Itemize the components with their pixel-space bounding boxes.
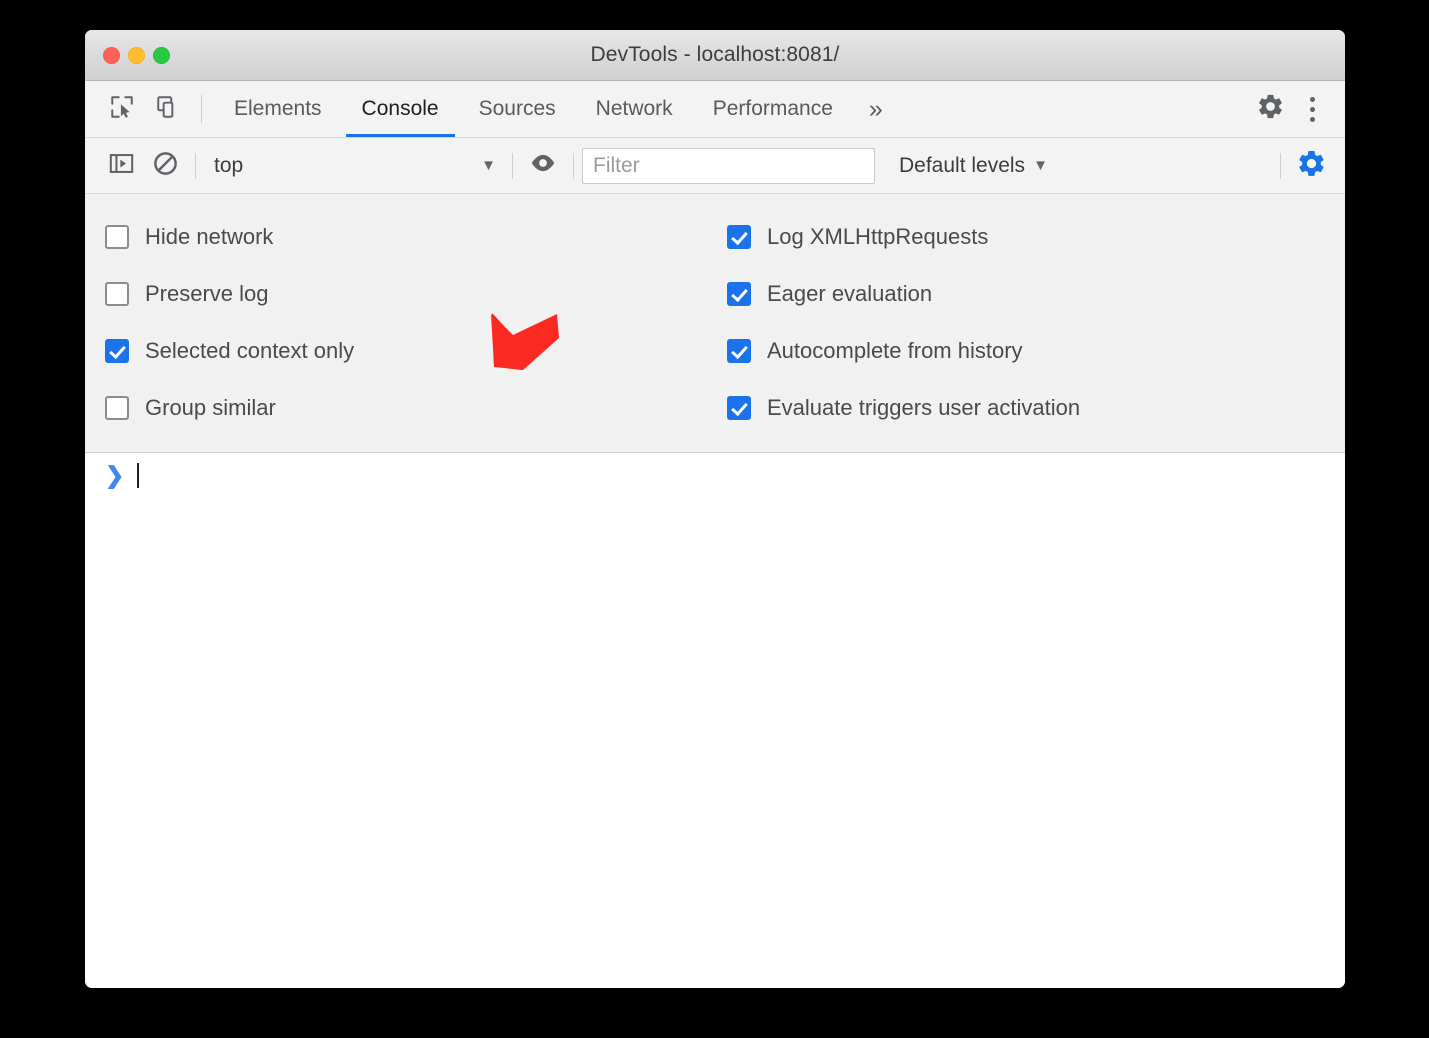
setting-label: Preserve log <box>145 281 269 307</box>
console-toolbar-right <box>1272 146 1333 186</box>
log-level-selector[interactable]: Default levels ▼ <box>887 148 1060 184</box>
more-tabs-button[interactable]: » <box>853 81 899 137</box>
kebab-menu-icon <box>1310 117 1315 122</box>
setting-label: Autocomplete from history <box>767 338 1023 364</box>
checkbox-checked-icon[interactable] <box>727 339 751 363</box>
setting-label: Hide network <box>145 224 273 250</box>
clear-console-icon <box>152 150 179 182</box>
chevron-down-icon: ▼ <box>481 157 496 174</box>
prompt-chevron-icon: ❯ <box>105 464 133 487</box>
window-titlebar: DevTools - localhost:8081/ <box>85 30 1345 81</box>
tabbar-divider <box>201 95 202 123</box>
console-settings-left-column: Hide network Preserve log Selected conte… <box>85 208 717 436</box>
setting-label: Eager evaluation <box>767 281 932 307</box>
console-settings-button[interactable] <box>1289 146 1333 186</box>
inspect-element-button[interactable] <box>99 81 145 137</box>
create-live-expression-button[interactable] <box>521 146 565 186</box>
kebab-menu-icon <box>1310 107 1315 112</box>
setting-hide-network[interactable]: Hide network <box>105 208 717 265</box>
devtools-more-options-button[interactable] <box>1293 81 1331 137</box>
tab-console[interactable]: Console <box>342 81 459 137</box>
setting-eager-evaluation[interactable]: Eager evaluation <box>727 265 1080 322</box>
setting-log-xmlhttprequests[interactable]: Log XMLHttpRequests <box>727 208 1080 265</box>
checkbox-checked-icon[interactable] <box>727 282 751 306</box>
tab-network[interactable]: Network <box>576 81 693 137</box>
console-toolbar: top ▼ Default levels ▼ <box>85 138 1345 194</box>
console-sidebar-toggle-button[interactable] <box>99 146 143 186</box>
log-level-label: Default levels <box>899 154 1025 178</box>
tab-elements[interactable]: Elements <box>214 81 342 137</box>
checkbox-checked-icon[interactable] <box>105 339 129 363</box>
checkbox-unchecked-icon[interactable] <box>105 396 129 420</box>
tab-performance[interactable]: Performance <box>693 81 853 137</box>
checkbox-unchecked-icon[interactable] <box>105 225 129 249</box>
setting-label: Group similar <box>145 395 276 421</box>
setting-group-similar[interactable]: Group similar <box>105 379 717 436</box>
setting-label: Selected context only <box>145 338 354 364</box>
eye-icon <box>528 148 558 183</box>
tabbar-right-actions <box>1226 81 1345 137</box>
setting-label: Evaluate triggers user activation <box>767 395 1080 421</box>
console-sidebar-toggle-icon <box>108 150 135 182</box>
console-toolbar-divider <box>1280 153 1281 179</box>
console-message-area[interactable]: ❯ <box>85 453 1345 988</box>
text-cursor <box>137 463 139 488</box>
setting-label: Log XMLHttpRequests <box>767 224 988 250</box>
checkbox-checked-icon[interactable] <box>727 396 751 420</box>
device-toolbar-icon <box>155 94 181 125</box>
kebab-menu-icon <box>1310 97 1315 102</box>
clear-console-button[interactable] <box>143 146 187 186</box>
devtools-window: DevTools - localhost:8081/ Elements Cons… <box>85 30 1345 988</box>
setting-selected-context-only[interactable]: Selected context only <box>105 322 717 379</box>
tab-sources[interactable]: Sources <box>459 81 576 137</box>
inspect-element-icon <box>109 94 135 125</box>
devtools-settings-button[interactable] <box>1247 92 1293 126</box>
gear-icon <box>1296 148 1327 184</box>
gear-icon <box>1256 92 1285 126</box>
console-settings-panel: Hide network Preserve log Selected conte… <box>85 194 1345 453</box>
checkbox-checked-icon[interactable] <box>727 225 751 249</box>
console-toolbar-divider <box>573 153 574 179</box>
window-title: DevTools - localhost:8081/ <box>85 43 1345 67</box>
console-prompt[interactable]: ❯ <box>85 453 1345 497</box>
device-toolbar-button[interactable] <box>145 81 191 137</box>
execution-context-value: top <box>214 154 481 178</box>
execution-context-selector[interactable]: top ▼ <box>204 148 504 184</box>
console-settings-right-column: Log XMLHttpRequests Eager evaluation Aut… <box>717 208 1080 436</box>
filter-input[interactable] <box>582 148 875 184</box>
setting-evaluate-triggers-user-activation[interactable]: Evaluate triggers user activation <box>727 379 1080 436</box>
console-toolbar-divider <box>195 153 196 179</box>
devtools-tabbar: Elements Console Sources Network Perform… <box>85 81 1345 138</box>
console-toolbar-divider <box>512 153 513 179</box>
setting-preserve-log[interactable]: Preserve log <box>105 265 717 322</box>
chevron-down-icon: ▼ <box>1033 157 1048 174</box>
setting-autocomplete-from-history[interactable]: Autocomplete from history <box>727 322 1080 379</box>
checkbox-unchecked-icon[interactable] <box>105 282 129 306</box>
